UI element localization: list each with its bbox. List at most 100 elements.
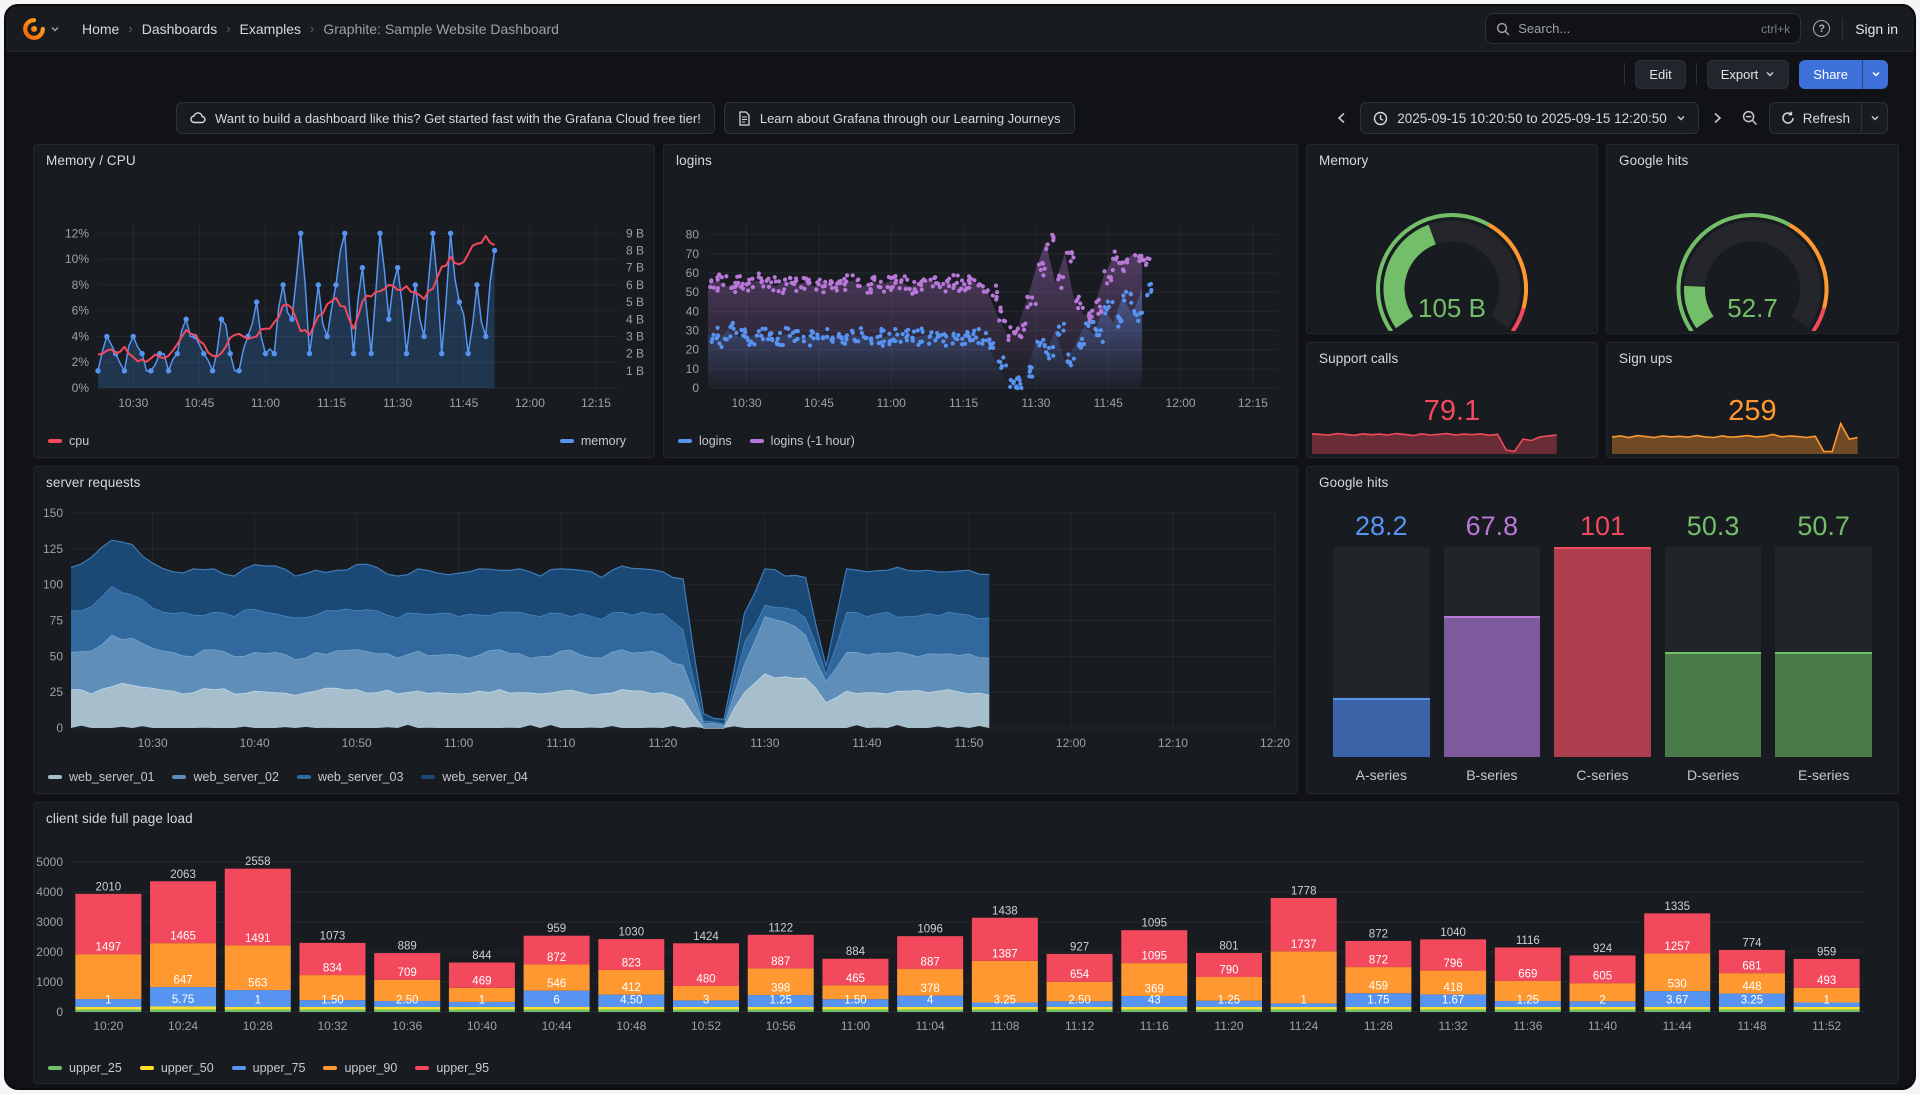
svg-text:844: 844 <box>472 950 492 962</box>
legend-swatch <box>297 775 311 779</box>
grafana-logo[interactable] <box>22 17 46 41</box>
cloud-icon <box>190 112 206 124</box>
panel-title[interactable]: client side full page load <box>46 811 193 826</box>
panel-server-requests[interactable]: server requests 025507510012515010:3010:… <box>33 466 1298 794</box>
panel-title[interactable]: Sign ups <box>1619 351 1672 366</box>
breadcrumb-examples[interactable]: Examples <box>240 21 301 37</box>
bar-gauge-column[interactable]: 50.3D-series <box>1665 511 1762 783</box>
panel-client-load[interactable]: client side full page load 0100020003000… <box>33 802 1899 1084</box>
legend-item[interactable]: logins (-1 hour) <box>750 434 855 448</box>
svg-text:1491: 1491 <box>245 933 271 945</box>
refresh-label: Refresh <box>1803 111 1850 126</box>
panel-sign-ups[interactable]: Sign ups 259 <box>1606 342 1899 458</box>
panel-google-hits-bars[interactable]: Google hits 28.2A-series 67.8 B-series 101C… <box>1306 466 1899 794</box>
legend-item[interactable]: web_server_04 <box>421 770 527 784</box>
legend-item[interactable]: upper_95 <box>415 1061 489 1075</box>
legend-item[interactable]: web_server_02 <box>172 770 278 784</box>
legend-item[interactable]: web_server_01 <box>48 770 154 784</box>
gauge-value: 52.7 <box>1607 293 1898 324</box>
legend-item[interactable]: upper_75 <box>232 1061 306 1075</box>
legend-item[interactable]: cpu <box>48 434 89 448</box>
panel-title[interactable]: Memory <box>1319 153 1368 168</box>
svg-text:654: 654 <box>1070 969 1090 981</box>
sign-ups-sparkline <box>1612 419 1879 455</box>
svg-text:1: 1 <box>105 995 111 1007</box>
export-button[interactable]: Export <box>1707 60 1790 89</box>
time-shift-back-button[interactable] <box>1328 103 1354 133</box>
svg-text:3.67: 3.67 <box>1666 995 1688 1007</box>
svg-text:889: 889 <box>398 941 417 953</box>
server-requests-chart[interactable]: 025507510012515010:3010:4010:5011:0011:1… <box>34 501 1297 761</box>
svg-text:887: 887 <box>771 956 790 968</box>
sign-in-button[interactable]: Sign in <box>1855 21 1898 37</box>
search-input[interactable]: Search... ctrl+k <box>1485 13 1801 44</box>
svg-text:1387: 1387 <box>992 948 1018 960</box>
time-shift-forward-button[interactable] <box>1705 103 1731 133</box>
legend-label: memory <box>581 434 626 448</box>
chevron-down-icon <box>1871 69 1881 79</box>
panel-memory-gauge[interactable]: Memory 105 B <box>1306 144 1598 334</box>
chevron-down-icon[interactable] <box>50 24 60 34</box>
clock-icon <box>1373 111 1388 126</box>
memory-cpu-chart[interactable]: 0%2%4%6%8%10%12%1 B2 B3 B4 B5 B6 B7 B8 B… <box>34 179 654 449</box>
learning-journeys-banner[interactable]: Learn about Grafana through our Learning… <box>724 102 1075 134</box>
edit-button[interactable]: Edit <box>1635 60 1685 89</box>
panel-title[interactable]: Support calls <box>1319 351 1398 366</box>
svg-text:1778: 1778 <box>1291 885 1317 897</box>
chevron-left-icon <box>1337 112 1346 124</box>
svg-text:4%: 4% <box>72 329 90 343</box>
svg-text:709: 709 <box>398 967 417 979</box>
zoom-out-button[interactable] <box>1737 103 1763 133</box>
svg-text:3: 3 <box>703 995 709 1007</box>
legend-item[interactable]: logins <box>678 434 732 448</box>
legend-item[interactable]: upper_25 <box>48 1061 122 1075</box>
svg-text:11:08: 11:08 <box>990 1019 1019 1033</box>
bar-gauge-column[interactable]: 67.8 B-series <box>1444 511 1541 783</box>
logins-chart[interactable]: 0102030405060708010:3010:4511:0011:1511:… <box>664 179 1297 449</box>
panel-memory-cpu[interactable]: Memory / CPU 0%2%4%6%8%10%12%1 B2 B3 B4 … <box>33 144 655 458</box>
refresh-interval-button[interactable] <box>1861 103 1887 133</box>
legend-swatch <box>415 1066 429 1070</box>
panel-title[interactable]: Memory / CPU <box>46 153 136 168</box>
breadcrumb-home[interactable]: Home <box>82 21 119 37</box>
svg-text:10:28: 10:28 <box>243 1019 273 1033</box>
svg-text:10:24: 10:24 <box>168 1019 198 1033</box>
legend-item[interactable]: web_server_03 <box>297 770 403 784</box>
panel-title[interactable]: server requests <box>46 475 141 490</box>
panel-title[interactable]: logins <box>676 153 712 168</box>
grafana-cloud-banner[interactable]: Want to build a dashboard like this? Get… <box>176 102 715 134</box>
svg-text:1335: 1335 <box>1664 901 1690 913</box>
panel-title[interactable]: Google hits <box>1619 153 1688 168</box>
svg-text:927: 927 <box>1070 941 1089 953</box>
svg-text:11:04: 11:04 <box>916 1019 945 1033</box>
bar-gauge-column[interactable]: 101C-series <box>1554 511 1651 783</box>
gauge-value: 105 B <box>1307 293 1597 324</box>
panel-logins[interactable]: logins 0102030405060708010:3010:4511:001… <box>663 144 1298 458</box>
bar-gauge-column[interactable]: 28.2A-series <box>1333 511 1430 783</box>
legend-item[interactable]: memory <box>560 434 626 448</box>
breadcrumb-dashboards[interactable]: Dashboards <box>142 21 218 37</box>
bar-gauge-category: B-series <box>1444 757 1541 783</box>
svg-text:12:20: 12:20 <box>1260 736 1290 750</box>
client-load-chart[interactable]: 01000200030004000500011497201010:205.756… <box>34 831 1898 1057</box>
share-button[interactable]: Share <box>1799 60 1862 89</box>
svg-text:10:30: 10:30 <box>732 396 762 410</box>
svg-text:11:12: 11:12 <box>1065 1019 1094 1033</box>
bar-gauge-column[interactable]: 50.7E-series <box>1775 511 1872 783</box>
refresh-button[interactable]: Refresh <box>1770 103 1861 133</box>
svg-text:43: 43 <box>1148 995 1161 1007</box>
svg-text:12:00: 12:00 <box>1166 396 1196 410</box>
svg-text:6 B: 6 B <box>626 278 644 292</box>
legend-item[interactable]: upper_50 <box>140 1061 214 1075</box>
panel-support-calls[interactable]: Support calls 79.1 <box>1306 342 1598 458</box>
panel-title[interactable]: Google hits <box>1319 475 1388 490</box>
time-range-picker[interactable]: 2025-09-15 10:20:50 to 2025-09-15 12:20:… <box>1360 102 1698 134</box>
legend-item[interactable]: upper_90 <box>323 1061 397 1075</box>
share-button-group: Share <box>1799 60 1888 89</box>
help-icon[interactable]: ? <box>1813 20 1830 37</box>
share-dropdown-button[interactable] <box>1862 60 1888 89</box>
svg-text:20: 20 <box>686 343 700 357</box>
svg-text:546: 546 <box>547 978 566 990</box>
bar-gauge-value: 67.8 <box>1444 511 1541 547</box>
panel-google-hits-gauge[interactable]: Google hits 52.7 <box>1606 144 1899 334</box>
